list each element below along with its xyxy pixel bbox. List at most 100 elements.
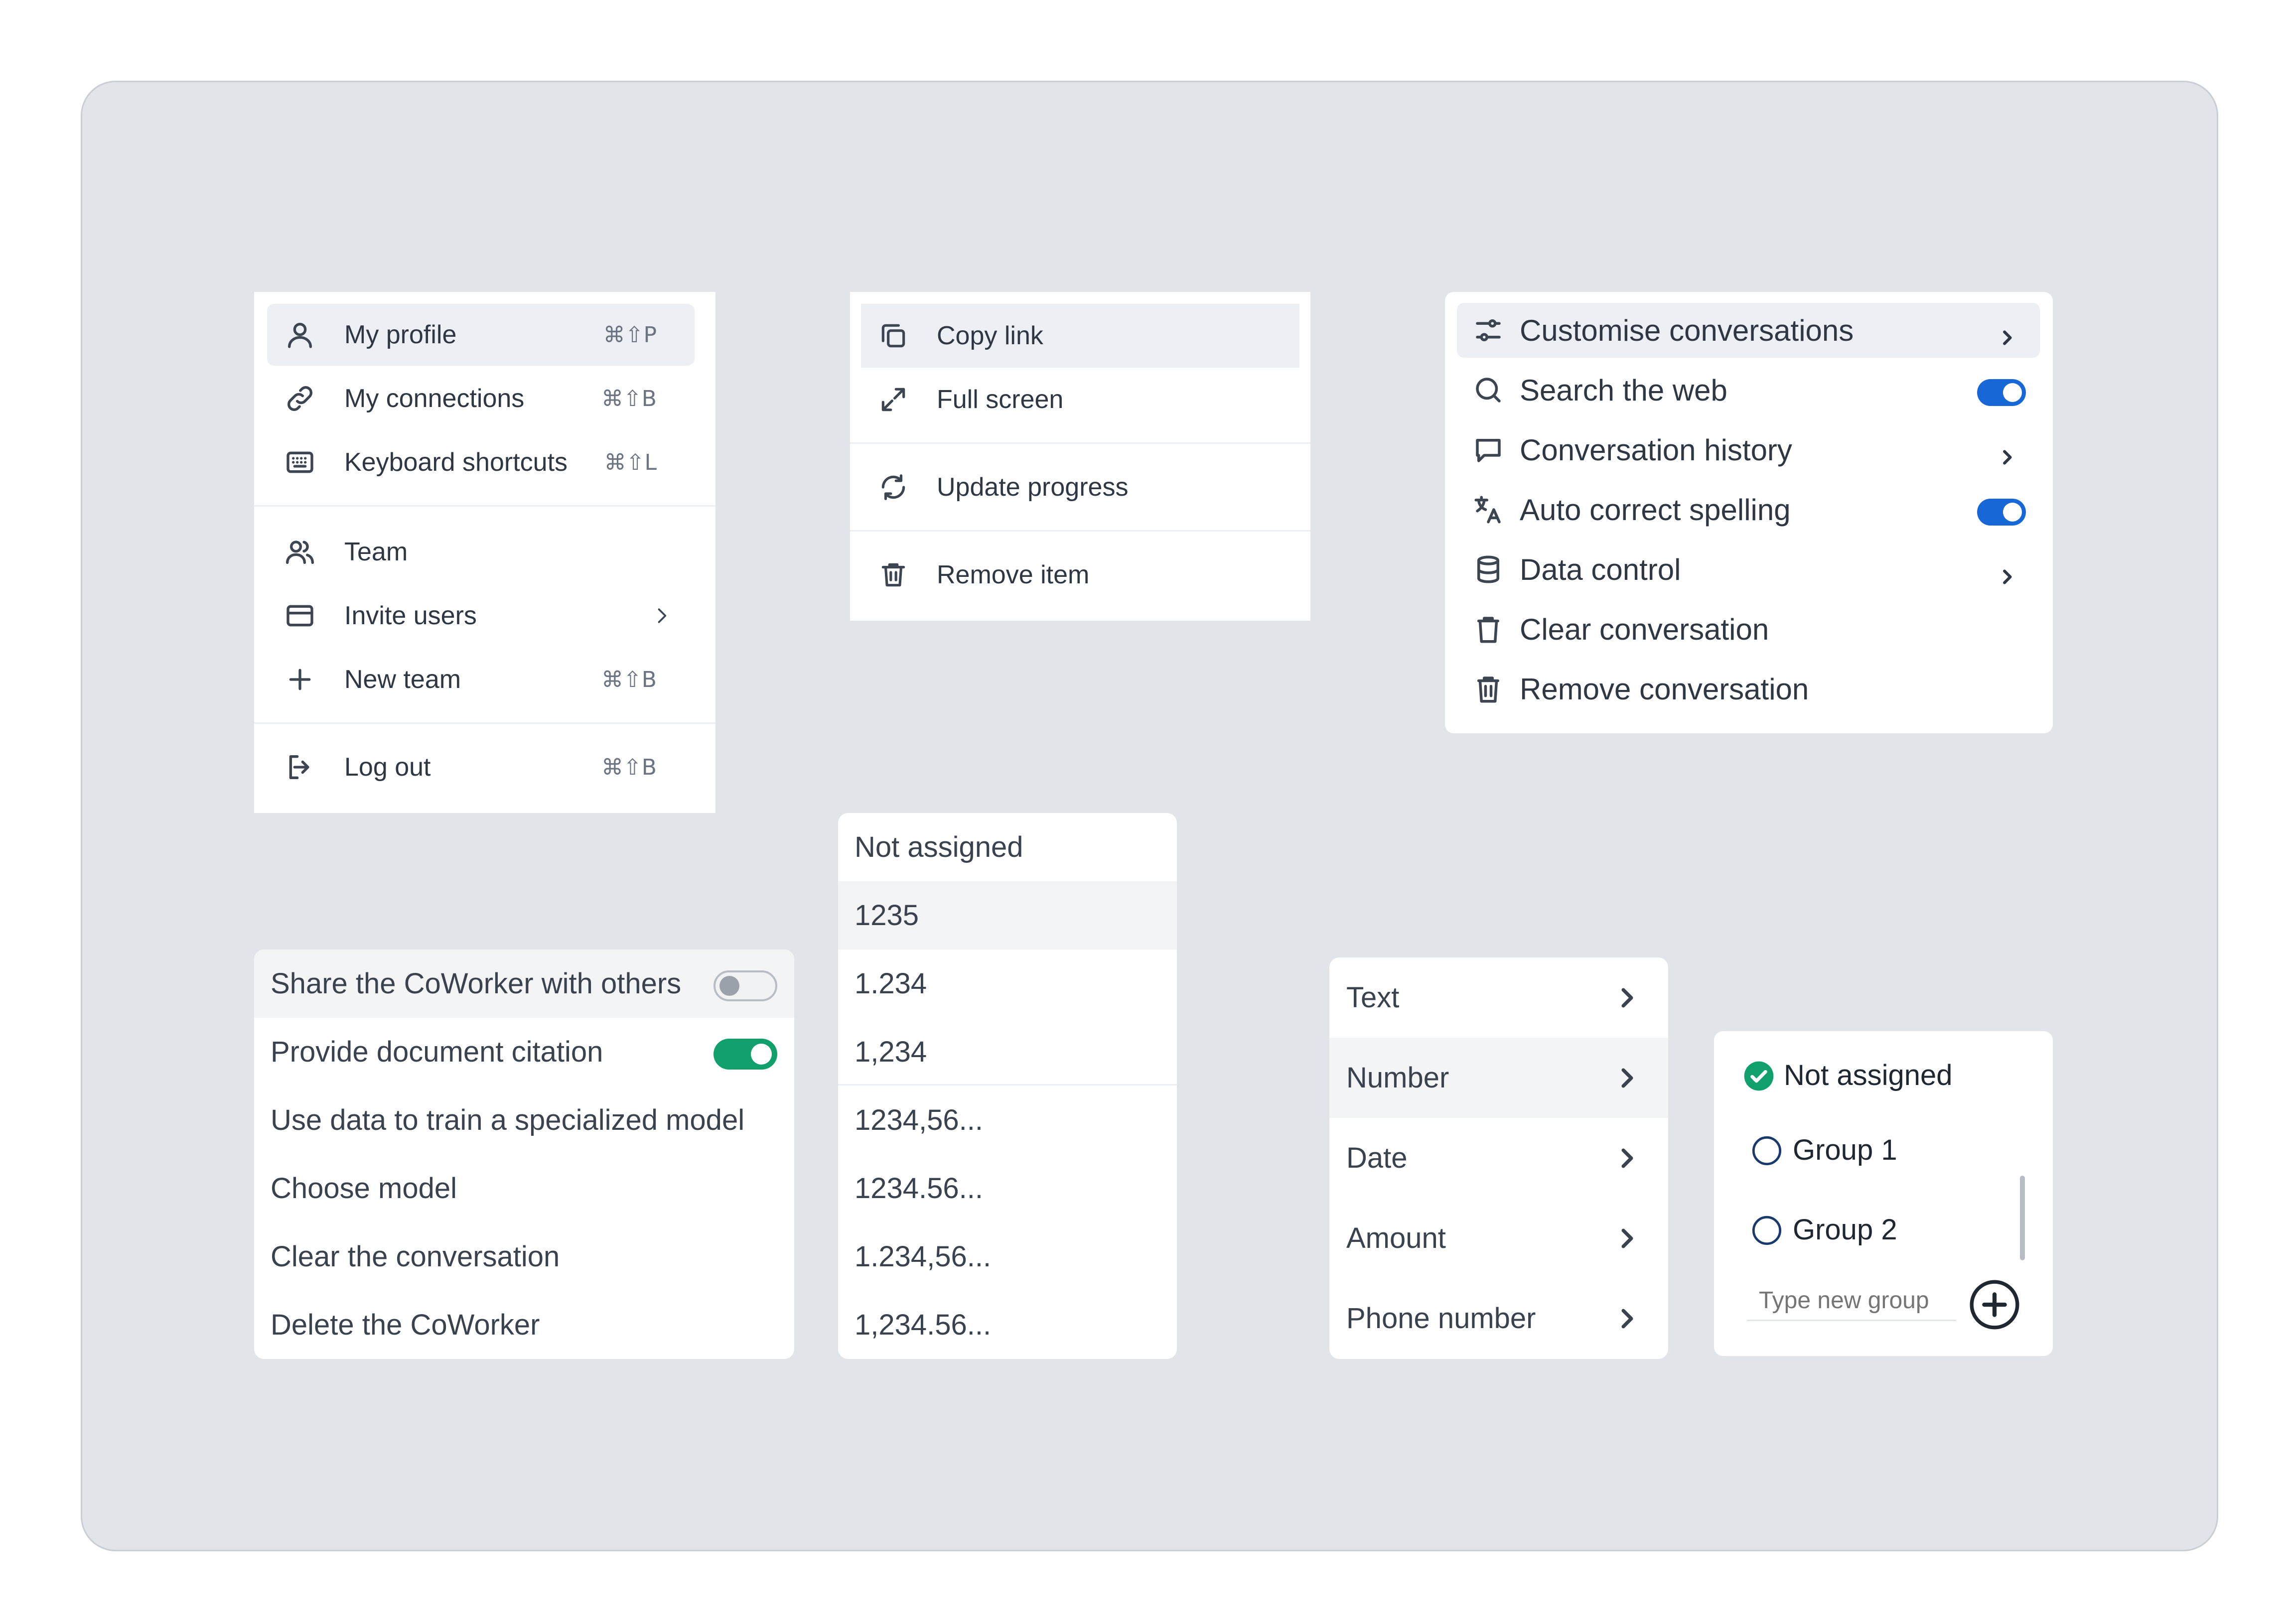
- trash-icon: [878, 559, 909, 590]
- format-option[interactable]: 1,234.56...: [838, 1291, 1177, 1359]
- menu-item-new-team[interactable]: New team ⌘⇧B: [267, 649, 695, 710]
- format-label: 1235: [855, 899, 919, 932]
- menu-item-label: Clear conversation: [1520, 612, 1769, 646]
- menu-item-label: Clear the conversation: [271, 1240, 560, 1273]
- field-type-date[interactable]: Date: [1329, 1118, 1668, 1198]
- menu-divider: [254, 505, 715, 507]
- menu-item-label: Remove conversation: [1520, 672, 1809, 706]
- menu-item-delete-coworker[interactable]: Delete the CoWorker: [254, 1291, 794, 1359]
- menu-item-auto-correct-spelling[interactable]: Auto correct spelling: [1457, 482, 2040, 537]
- search-web-toggle[interactable]: [1977, 379, 2026, 406]
- menu-item-label: Data control: [1520, 552, 1681, 586]
- format-option[interactable]: 1.234,56...: [838, 1222, 1177, 1291]
- menu-item-remove-conversation[interactable]: Remove conversation: [1457, 662, 2040, 716]
- field-type-text[interactable]: Text: [1329, 957, 1668, 1038]
- format-option[interactable]: 1234,56...: [838, 1086, 1177, 1154]
- field-type-amount[interactable]: Amount: [1329, 1198, 1668, 1278]
- auto-correct-toggle[interactable]: [1977, 499, 2026, 526]
- menu-item-choose-model[interactable]: Choose model: [254, 1154, 794, 1222]
- group-option[interactable]: Group 2: [1714, 1209, 2053, 1250]
- menu-item-conversation-history[interactable]: Conversation history: [1457, 422, 2040, 477]
- menu-item-remove-item[interactable]: Remove item: [861, 543, 1299, 607]
- chevron-right-icon: [1997, 320, 2017, 345]
- group-option-label: Group 2: [1793, 1213, 1897, 1246]
- conversation-settings-menu: Customise conversations Search the web C…: [1445, 292, 2053, 733]
- group-selector-menu: Not assigned Group 1 Group 2: [1714, 1031, 2053, 1356]
- menu-item-label: Log out: [344, 753, 431, 782]
- translate-icon: [1472, 493, 1505, 526]
- number-format-menu: Not assigned 1235 1.234 1,234 1234,56...…: [838, 813, 1177, 1359]
- menu-item-keyboard-shortcuts[interactable]: Keyboard shortcuts ⌘⇧L: [267, 431, 695, 493]
- scrollbar[interactable]: [2020, 1176, 2025, 1260]
- menu-item-share-coworker[interactable]: Share the CoWorker with others: [254, 949, 794, 1018]
- new-group-input[interactable]: [1747, 1281, 1956, 1321]
- format-label: 1.234,56...: [855, 1240, 992, 1273]
- link-icon: [284, 383, 316, 414]
- menu-item-label: Update progress: [937, 473, 1129, 502]
- chevron-right-icon: [1615, 1305, 1639, 1332]
- card-icon: [284, 600, 316, 632]
- menu-item-label: Delete the CoWorker: [271, 1309, 540, 1341]
- field-type-label: Date: [1346, 1142, 1408, 1174]
- add-group-button[interactable]: [1967, 1277, 2022, 1332]
- coworker-settings-menu: Share the CoWorker with others Provide d…: [254, 949, 794, 1359]
- chevron-right-icon: [1615, 1145, 1639, 1172]
- field-type-label: Text: [1346, 981, 1400, 1014]
- format-option[interactable]: Not assigned: [838, 813, 1177, 881]
- user-icon: [284, 319, 316, 351]
- users-icon: [284, 536, 316, 568]
- chevron-right-icon: [651, 605, 673, 627]
- format-label: 1,234: [855, 1036, 927, 1068]
- field-type-label: Phone number: [1346, 1302, 1536, 1335]
- format-option[interactable]: 1,234: [838, 1018, 1177, 1086]
- menu-item-label: Conversation history: [1520, 433, 1792, 467]
- menu-item-data-control[interactable]: Data control: [1457, 542, 2040, 597]
- group-option-not-assigned[interactable]: Not assigned: [1714, 1054, 2053, 1096]
- format-option[interactable]: 1234.56...: [838, 1154, 1177, 1222]
- menu-item-label: Provide document citation: [271, 1036, 603, 1068]
- menu-item-document-citation[interactable]: Provide document citation: [254, 1018, 794, 1086]
- format-option[interactable]: 1235: [838, 881, 1177, 949]
- citation-toggle[interactable]: [714, 1039, 777, 1070]
- radio-icon: [1751, 1215, 1783, 1246]
- menu-item-update-progress[interactable]: Update progress: [861, 455, 1299, 519]
- chevron-right-icon: [1615, 1065, 1639, 1091]
- group-option[interactable]: Group 1: [1714, 1129, 2053, 1171]
- menu-item-train-model[interactable]: Use data to train a specialized model: [254, 1086, 794, 1154]
- sliders-icon: [1472, 314, 1505, 347]
- format-option[interactable]: 1.234: [838, 949, 1177, 1018]
- share-toggle[interactable]: [714, 970, 777, 1001]
- format-label: 1234.56...: [855, 1172, 983, 1205]
- chevron-right-icon: [1615, 984, 1639, 1011]
- keyboard-icon: [284, 446, 316, 478]
- menu-item-label: My connections: [344, 384, 525, 413]
- format-label: Not assigned: [855, 831, 1023, 863]
- menu-item-customise-conversations[interactable]: Customise conversations: [1457, 303, 2040, 358]
- menu-item-full-screen[interactable]: Full screen: [861, 368, 1299, 431]
- chevron-right-icon: [1615, 1225, 1639, 1252]
- menu-item-label: Remove item: [937, 560, 1090, 589]
- menu-item-copy-link[interactable]: Copy link: [861, 304, 1299, 368]
- field-type-label: Number: [1346, 1062, 1449, 1094]
- field-type-number[interactable]: Number: [1329, 1038, 1668, 1118]
- format-label: 1234,56...: [855, 1104, 983, 1136]
- menu-item-clear-conversation[interactable]: Clear conversation: [1457, 602, 2040, 657]
- shortcut-label: ⌘⇧B: [601, 386, 657, 411]
- expand-icon: [878, 384, 909, 415]
- group-option-label: Not assigned: [1784, 1059, 1953, 1091]
- field-type-phone-number[interactable]: Phone number: [1329, 1278, 1668, 1358]
- trash-full-icon: [1472, 673, 1505, 705]
- menu-item-my-profile[interactable]: My profile ⌘⇧P: [267, 304, 695, 366]
- menu-item-clear-the-conversation[interactable]: Clear the conversation: [254, 1222, 794, 1291]
- menu-item-invite-users[interactable]: Invite users: [267, 585, 695, 647]
- menu-divider: [838, 1084, 1177, 1085]
- shortcut-label: ⌘⇧L: [604, 449, 657, 475]
- menu-item-search-the-web[interactable]: Search the web: [1457, 363, 2040, 417]
- plus-icon: [284, 664, 316, 695]
- account-menu: My profile ⌘⇧P My connections ⌘⇧B Keyboa…: [254, 292, 715, 813]
- logout-icon: [284, 751, 316, 783]
- menu-item-log-out[interactable]: Log out ⌘⇧B: [267, 736, 695, 798]
- menu-item-team[interactable]: Team: [267, 521, 695, 583]
- menu-item-my-connections[interactable]: My connections ⌘⇧B: [267, 368, 695, 429]
- shortcut-label: ⌘⇧B: [601, 667, 657, 692]
